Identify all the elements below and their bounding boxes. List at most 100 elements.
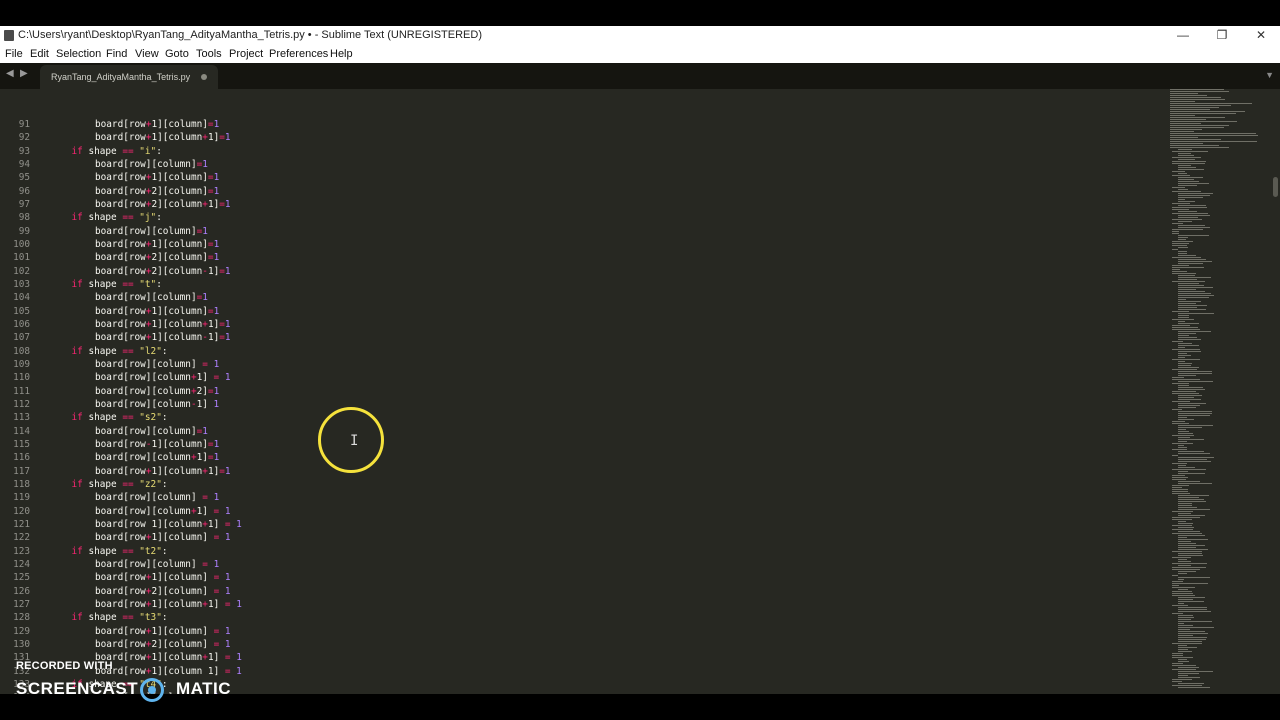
code-line[interactable]: board[row][column+2]=1 [95,385,219,398]
menu-find[interactable]: Find [106,45,127,63]
minimap-line [1178,483,1213,484]
minimap-line [1178,641,1202,642]
code-token: 1][column] [151,172,208,184]
code-line[interactable]: if shape == "s2": [72,411,168,424]
minimap-line [1178,227,1211,228]
code-line[interactable]: board[row+2][column+1]=1 [95,198,231,211]
code-line[interactable]: board[row+1][column]=1 [95,305,219,318]
code-line[interactable]: board[row+1][column+1]=1 [95,318,231,331]
code-line[interactable]: if shape == "t3": [72,611,168,624]
code-token: : [161,345,168,357]
code-line[interactable]: board[row 1][column+1] = 1 [95,518,242,531]
code-token: 1 [213,305,220,317]
code-token: board[row [95,252,146,264]
minimap-line [1178,523,1193,524]
code-token: "s2" [139,412,162,424]
code-line[interactable]: if shape == "z2": [72,478,168,491]
code-line[interactable]: board[row][column]=1 [95,225,208,238]
minimap-line [1170,101,1196,102]
code-line[interactable]: board[row][column] = 1 [95,491,219,504]
tab-file[interactable]: RyanTang_AdityaMantha_Tetris.py [40,65,218,89]
code-line[interactable]: board[row+2][column] = 1 [95,585,231,598]
code-line[interactable]: board[row][column+1]=1 [95,451,219,464]
menu-tools[interactable]: Tools [196,45,222,63]
menu-preferences[interactable]: Preferences [269,45,328,63]
code-line[interactable]: board[row+1][column+1]=1 [95,131,231,144]
code-line[interactable]: board[row][column+1] = 1 [95,505,231,518]
code-line[interactable]: board[row][column]=1 [95,291,208,304]
code-line[interactable]: board[row+1][column-1]=1 [95,331,231,344]
tab-nav-left-icon[interactable]: ◀ [6,68,14,79]
minimap-line [1178,499,1205,500]
minimap-line [1172,401,1190,402]
modified-dot-icon[interactable] [201,74,207,80]
minimap-line [1170,103,1252,104]
line-number: 96 [18,185,30,197]
code-line[interactable]: board[row+2][column]=1 [95,185,219,198]
code-token: "z2" [139,478,162,490]
line-number: 99 [18,225,30,237]
code-line[interactable]: if shape == "l2": [72,345,168,358]
code-line[interactable]: board[row][column]=1 [95,425,208,438]
code-token: 1 [224,332,231,344]
vertical-scrollbar[interactable] [1272,89,1280,694]
minimap-line [1172,267,1205,268]
minimap-line [1172,383,1189,384]
code-token: 1][column] [151,625,214,637]
minimap-line [1172,377,1185,378]
minimap-line [1178,425,1214,426]
code-token: == [122,545,134,557]
maximize-button[interactable]: ❐ [1202,26,1242,45]
menu-file[interactable]: File [5,45,23,63]
menu-project[interactable]: Project [229,45,263,63]
minimap-line [1172,563,1208,564]
minimap-line [1178,303,1196,304]
code-line[interactable]: board[row+1][column] = 1 [95,571,231,584]
code-line[interactable]: board[row-1][column]=1 [95,438,219,451]
code-token: board[row [95,638,146,650]
close-button[interactable]: ✕ [1241,26,1280,45]
code-line[interactable]: board[row][column] = 1 [95,558,219,571]
minimap[interactable] [1168,89,1270,694]
editor[interactable]: 91 92 93 94 95 96 97 98 99 100 101 102 103 104 105 106 1… [0,89,1280,694]
code-token: 1] [207,132,220,144]
code-line[interactable]: board[row+1][column] = 1 [95,625,231,638]
code-line[interactable]: board[row+1][column+1] = 1 [95,651,242,664]
tab-dropdown-icon[interactable]: ▼ [1265,70,1274,80]
menu-selection[interactable]: Selection [56,45,101,63]
menu-edit[interactable]: Edit [30,45,49,63]
code-line[interactable]: board[row+1][column 1] = 1 [95,665,242,678]
code-line[interactable]: board[row+1][column]=1 [95,238,219,251]
minimap-line [1178,343,1192,344]
minimap-line [1172,163,1205,164]
minimize-button[interactable]: — [1163,26,1203,45]
code-token: board[row [95,585,146,597]
code-line[interactable]: board[row][column+1] = 1 [95,371,231,384]
code-line[interactable]: if shape == "t2": [72,545,168,558]
code-line[interactable]: board[row][column] = 1 [95,358,219,371]
code-line[interactable]: if shape == "j": [72,211,162,224]
code-line[interactable]: board[row+1][column]=1 [95,118,219,131]
code-line[interactable]: board[row][column]=1 [95,158,208,171]
code-line[interactable]: board[row+1][column]=1 [95,171,219,184]
code-line[interactable]: board[row+2][column] = 1 [95,638,231,651]
code-line[interactable]: board[row+2][column]=1 [95,251,219,264]
code-line[interactable]: if shape == "t": [72,278,162,291]
tab-nav-right-icon[interactable]: ▶ [20,68,28,79]
menu-view[interactable]: View [135,45,159,63]
minimap-line [1178,395,1203,396]
code-line[interactable]: board[row][column-1] 1 [95,398,219,411]
menu-help[interactable]: Help [330,45,353,63]
code-line[interactable]: if shape == "i": [72,145,162,158]
code-token: board[row][column] [95,292,197,304]
code-area[interactable]: board[row+1][column]=1 board[row+1][colum… [48,89,1158,694]
scrollbar-thumb[interactable] [1273,177,1278,197]
minimap-line [1172,245,1187,246]
minimap-line [1178,363,1193,364]
code-line[interactable]: board[row+1][column+1]=1 [95,465,231,478]
code-line[interactable]: board[row+1][column] = 1 [95,531,231,544]
minimap-line [1178,239,1186,240]
menu-goto[interactable]: Goto [165,45,189,63]
code-line[interactable]: board[row+2][column-1]=1 [95,265,231,278]
code-line[interactable]: board[row+1][column+1] = 1 [95,598,242,611]
